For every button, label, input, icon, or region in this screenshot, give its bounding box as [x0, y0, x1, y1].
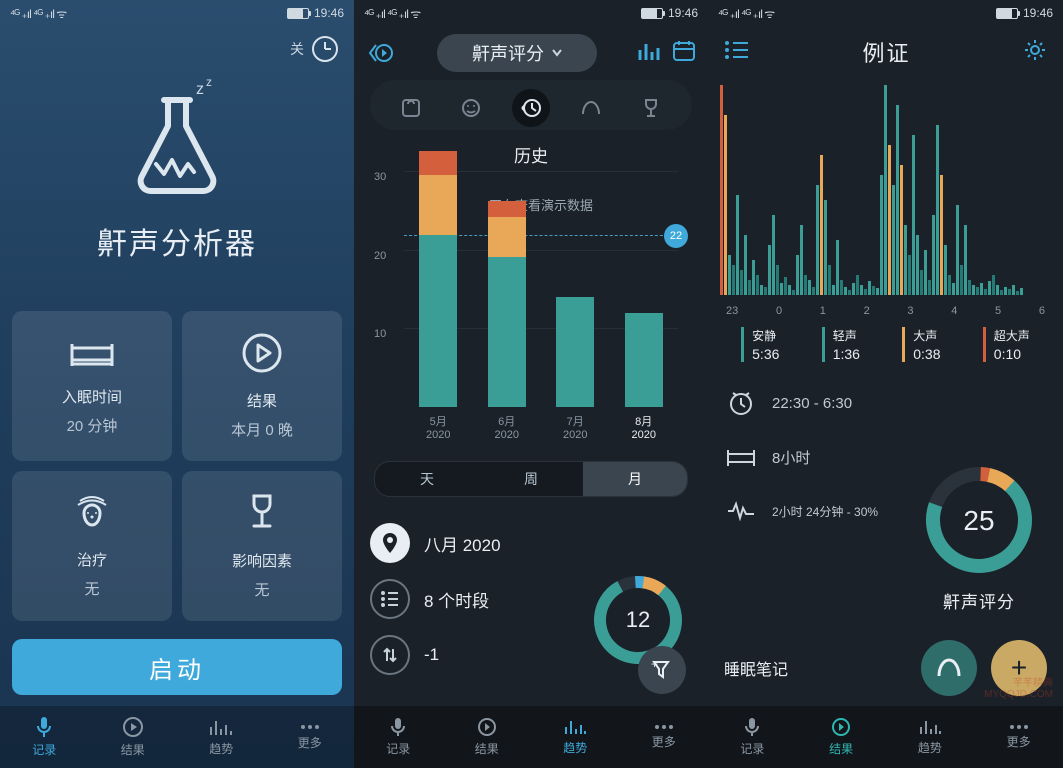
nav-record[interactable]: 记录: [708, 706, 797, 768]
card-results[interactable]: 结果 本月 0 晚: [182, 311, 342, 461]
nav-more[interactable]: 更多: [620, 706, 709, 768]
nav-trends[interactable]: 趋势: [531, 706, 620, 768]
nav-record[interactable]: 记录: [354, 706, 443, 768]
bar-jul[interactable]: [556, 297, 594, 407]
cat-snore-icon[interactable]: [572, 89, 610, 127]
alarm-clock-icon[interactable]: [312, 36, 338, 62]
section-title: 历史: [354, 142, 708, 167]
pulse-icon: [724, 494, 758, 528]
nav-more[interactable]: 更多: [266, 706, 355, 768]
bed-icon: [70, 336, 114, 370]
sleep-notes-label: 睡眠笔记: [724, 656, 788, 680]
more-icon: [299, 723, 321, 731]
chart-view-icon[interactable]: [638, 40, 662, 67]
play-circle-icon: [241, 332, 283, 374]
watermark: 芊芊精典MYQQJD.COM: [984, 678, 1053, 700]
updown-icon: [370, 635, 410, 675]
bars-icon: [209, 717, 233, 737]
history-chart: 302010 22 正在查看演示数据 5月2020 6月2020 7月2020 …: [374, 171, 688, 431]
period-tabs: 天 周 月: [374, 461, 688, 497]
mic-icon: [743, 717, 761, 737]
bars-icon: [564, 718, 586, 736]
mic-icon: [389, 717, 407, 737]
cat-mood-icon[interactable]: [452, 89, 490, 127]
svg-text:z: z: [196, 81, 204, 98]
intensity-legend: 安静5:36 轻声1:36 大声0:38 超大声0:10: [720, 327, 1051, 362]
more-icon: [1009, 724, 1029, 730]
battery-icon: [287, 8, 309, 19]
wine-glass-icon: [242, 492, 282, 534]
snore-fab[interactable]: [921, 640, 977, 696]
bar-aug[interactable]: [625, 313, 663, 407]
list-menu-icon[interactable]: [724, 40, 750, 65]
battery-icon: [996, 8, 1018, 19]
legend-xloud: 超大声0:10: [983, 327, 1030, 362]
calendar-icon[interactable]: [672, 40, 696, 67]
back-button[interactable]: [366, 41, 396, 65]
pin-icon: [370, 523, 410, 563]
play-circle-icon: [122, 716, 144, 738]
metric-dropdown[interactable]: 鼾声评分: [437, 34, 597, 72]
app-title: 鼾声分析器: [0, 219, 354, 263]
start-button[interactable]: 启动: [12, 639, 342, 695]
stat-timerange: 22:30 - 6:30: [724, 376, 1047, 430]
nav-more[interactable]: 更多: [974, 706, 1063, 768]
status-bar: ⁴ᴳ ₊ıl ⁴ᴳ ₊ıl ᯤ 19:46: [354, 0, 708, 26]
tab-week[interactable]: 周: [479, 462, 583, 496]
card-sleep-time[interactable]: 入眠时间 20 分钟: [12, 311, 172, 461]
bottom-nav: 记录 结果 趋势 更多: [0, 706, 354, 768]
battery-icon: [641, 8, 663, 19]
page-title: 例证: [862, 36, 910, 68]
status-bar: ⁴ᴳ ₊ıl ⁴ᴳ ₊ıl ᯤ 19:46: [0, 0, 354, 26]
legend-light: 轻声1:36: [822, 327, 860, 362]
alarm-off-label: 关: [290, 39, 304, 59]
cat-alcohol-icon[interactable]: [632, 89, 670, 127]
card-factors[interactable]: 影响因素 无: [182, 471, 342, 621]
chevron-down-icon: [552, 49, 562, 57]
alarm-icon: [724, 386, 758, 420]
svg-text:25: 25: [963, 505, 994, 536]
play-circle-icon: [831, 717, 851, 737]
nav-record[interactable]: 记录: [0, 706, 89, 768]
list-icon: [370, 579, 410, 619]
svg-text:+: +: [651, 659, 658, 671]
bottom-nav: 记录 结果 趋势 更多: [354, 706, 708, 768]
nav-trends[interactable]: 趋势: [177, 706, 266, 768]
play-circle-icon: [477, 717, 497, 737]
tab-day[interactable]: 天: [375, 462, 479, 496]
bars-icon: [919, 718, 941, 736]
gear-icon[interactable]: [1023, 38, 1047, 67]
status-bar: ⁴ᴳ ₊ıl ⁴ᴳ ₊ıl ᯤ 19:46: [708, 0, 1063, 26]
info-month[interactable]: 八月 2020: [370, 515, 692, 571]
nav-trends[interactable]: 趋势: [886, 706, 975, 768]
bed-icon: [724, 440, 758, 474]
score-gauge: 25 鼾声评分: [919, 460, 1039, 613]
therapy-icon: [70, 493, 114, 533]
nav-results[interactable]: 结果: [797, 706, 886, 768]
overnight-chart[interactable]: 230123456: [720, 82, 1051, 317]
app-logo: z z: [0, 78, 354, 203]
svg-text:12: 12: [626, 607, 650, 632]
bar-jun[interactable]: [488, 201, 526, 407]
legend-loud: 大声0:38: [902, 327, 940, 362]
bar-may[interactable]: [419, 151, 457, 407]
bottom-nav: 记录 结果 趋势 更多: [708, 706, 1063, 768]
more-icon: [654, 724, 674, 730]
nav-results[interactable]: 结果: [443, 706, 532, 768]
filter-button[interactable]: +: [638, 646, 686, 694]
tab-month[interactable]: 月: [583, 462, 687, 496]
category-tabs: [370, 80, 692, 130]
cat-weight-icon[interactable]: [392, 89, 430, 127]
card-therapy[interactable]: 治疗 无: [12, 471, 172, 621]
mic-icon: [34, 716, 54, 738]
cat-history-icon[interactable]: [512, 89, 550, 127]
svg-text:z: z: [206, 78, 212, 89]
legend-quiet: 安静5:36: [741, 327, 779, 362]
nav-results[interactable]: 结果: [89, 706, 178, 768]
